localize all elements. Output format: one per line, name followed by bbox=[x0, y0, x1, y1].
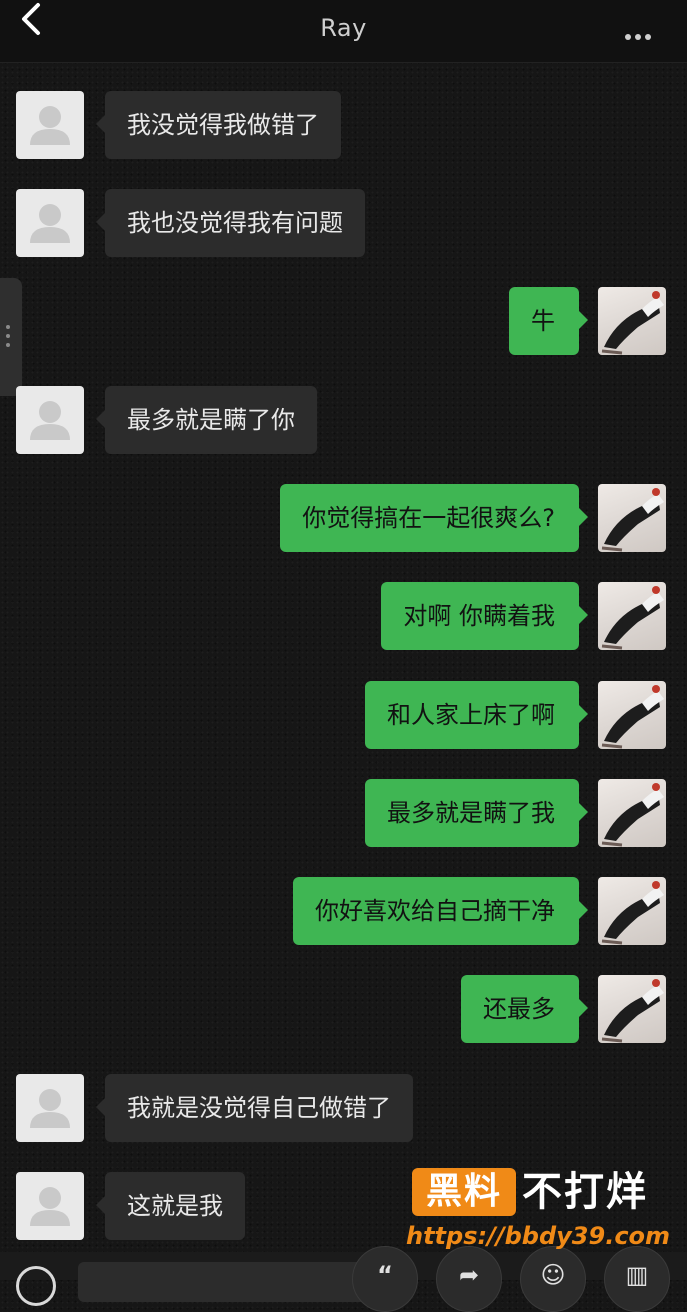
message-bubble-outgoing[interactable]: 还最多 bbox=[461, 975, 588, 1043]
contact-avatar[interactable] bbox=[16, 1074, 84, 1142]
contact-avatar[interactable] bbox=[16, 189, 84, 257]
forward-icon: ➦ bbox=[458, 1261, 480, 1289]
watermark-tagline: 不打烊 bbox=[522, 1169, 648, 1215]
handle-dot bbox=[6, 334, 10, 338]
photo-avatar-icon bbox=[601, 979, 664, 1043]
photo-avatar-icon bbox=[601, 488, 664, 552]
message-bubble-outgoing[interactable]: 最多就是瞒了我 bbox=[365, 779, 588, 847]
contact-avatar[interactable] bbox=[16, 386, 84, 454]
message-input[interactable] bbox=[78, 1262, 378, 1302]
chat-title: Ray bbox=[320, 14, 367, 42]
emoji-icon: ☺ bbox=[540, 1261, 566, 1289]
photo-avatar-icon bbox=[601, 685, 664, 749]
message-bubble-incoming[interactable]: 最多就是瞒了你 bbox=[96, 386, 317, 454]
more-button[interactable] bbox=[625, 25, 659, 40]
menu-grid-button[interactable]: ▥ bbox=[604, 1246, 670, 1312]
handle-dot bbox=[6, 343, 10, 347]
forward-button[interactable]: ➦ bbox=[436, 1246, 502, 1312]
photo-avatar-icon bbox=[601, 586, 664, 650]
handle-dot bbox=[6, 325, 10, 329]
my-avatar[interactable] bbox=[598, 287, 666, 355]
contact-avatar[interactable] bbox=[16, 1172, 84, 1240]
message-bubble-incoming[interactable]: 我没觉得我做错了 bbox=[96, 91, 341, 159]
my-avatar[interactable] bbox=[598, 779, 666, 847]
message-bubble-outgoing[interactable]: 你觉得搞在一起很爽么? bbox=[280, 484, 588, 552]
my-avatar[interactable] bbox=[598, 484, 666, 552]
default-user-avatar-icon bbox=[30, 1187, 70, 1226]
photo-avatar-icon bbox=[601, 783, 664, 847]
message-bubble-outgoing[interactable]: 对啊 你瞒着我 bbox=[381, 582, 588, 650]
default-user-avatar-icon bbox=[30, 106, 70, 145]
emoji-button[interactable]: ☺ bbox=[520, 1246, 586, 1312]
quote-icon: “ bbox=[377, 1261, 393, 1289]
default-user-avatar-icon bbox=[30, 1089, 70, 1128]
default-user-avatar-icon bbox=[30, 401, 70, 440]
grid-icon: ▥ bbox=[625, 1261, 649, 1289]
my-avatar[interactable] bbox=[598, 877, 666, 945]
voice-input-button[interactable] bbox=[16, 1266, 56, 1306]
more-dot bbox=[645, 34, 651, 40]
watermark-brand: 黑料 bbox=[412, 1168, 516, 1216]
my-avatar[interactable] bbox=[598, 681, 666, 749]
message-bubble-incoming[interactable]: 这就是我 bbox=[96, 1172, 245, 1240]
message-bubble-incoming[interactable]: 我也没觉得我有问题 bbox=[96, 189, 365, 257]
photo-avatar-icon bbox=[601, 291, 664, 355]
watermark-url: https://bbdy39.com bbox=[406, 1222, 671, 1250]
quote-button[interactable]: “ bbox=[352, 1246, 418, 1312]
chat-header: Ray bbox=[0, 0, 687, 63]
message-bubble-incoming[interactable]: 我就是没觉得自己做错了 bbox=[96, 1074, 413, 1142]
message-bubble-outgoing[interactable]: 你好喜欢给自己摘干净 bbox=[293, 877, 588, 945]
more-dot bbox=[635, 34, 641, 40]
contact-avatar[interactable] bbox=[16, 91, 84, 159]
photo-avatar-icon bbox=[601, 881, 664, 945]
watermark: 黑料 不打烊 https://bbdy39.com bbox=[406, 1164, 682, 1254]
more-dots-icon bbox=[625, 34, 631, 40]
my-avatar[interactable] bbox=[598, 975, 666, 1043]
my-avatar[interactable] bbox=[598, 582, 666, 650]
side-drawer-handle[interactable] bbox=[0, 278, 22, 396]
message-bubble-outgoing[interactable]: 牛 bbox=[509, 287, 588, 355]
default-user-avatar-icon bbox=[30, 204, 70, 243]
message-bubble-outgoing[interactable]: 和人家上床了啊 bbox=[365, 681, 588, 749]
